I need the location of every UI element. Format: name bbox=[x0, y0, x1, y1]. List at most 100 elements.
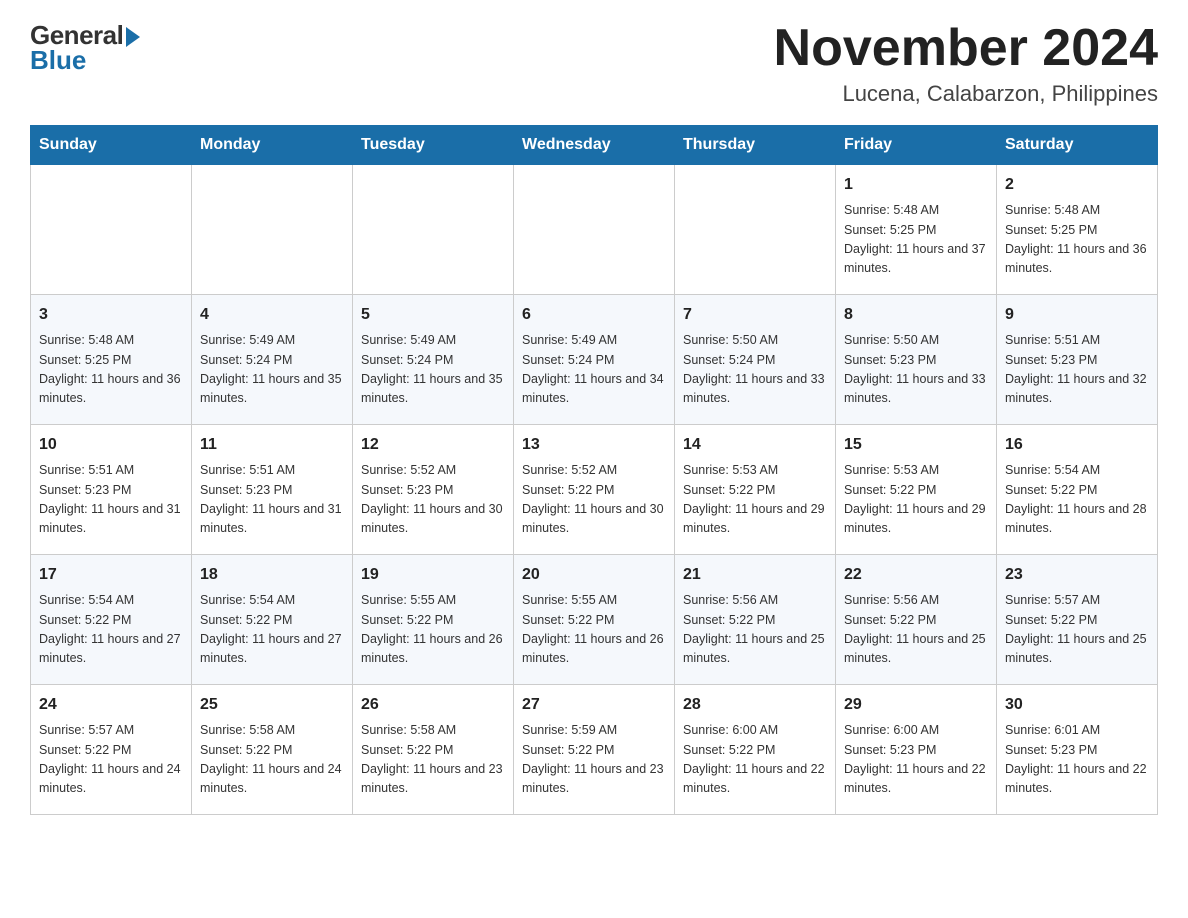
logo: General Blue bbox=[30, 20, 140, 76]
calendar-cell: 26 Sunrise: 5:58 AMSunset: 5:22 PMDayligh… bbox=[353, 685, 514, 815]
calendar-cell: 8Sunrise: 5:50 AMSunset: 5:23 PMDaylight… bbox=[836, 295, 997, 425]
day-number: 2 bbox=[1005, 173, 1149, 197]
day-info: Sunrise: 5:51 AMSunset: 5:23 PMDaylight:… bbox=[1005, 331, 1149, 409]
day-number: 27 bbox=[522, 693, 666, 717]
day-number: 22 bbox=[844, 563, 988, 587]
day-info: Sunrise: 5:55 AMSunset: 5:22 PMDaylight:… bbox=[522, 591, 666, 669]
logo-arrow-icon bbox=[126, 27, 140, 47]
week-row-1: 1 Sunrise: 5:48 AMSunset: 5:25 PMDaylight… bbox=[31, 165, 1158, 295]
day-number: 15 bbox=[844, 433, 988, 457]
calendar-cell: 5Sunrise: 5:49 AMSunset: 5:24 PMDaylight… bbox=[353, 295, 514, 425]
day-number: 25 bbox=[200, 693, 344, 717]
day-info: Sunrise: 5:55 AMSunset: 5:22 PMDaylight:… bbox=[361, 591, 505, 669]
day-number: 4 bbox=[200, 303, 344, 327]
week-row-3: 10 Sunrise: 5:51 AMSunset: 5:23 PMDayligh… bbox=[31, 425, 1158, 555]
calendar-cell: 10 Sunrise: 5:51 AMSunset: 5:23 PMDayligh… bbox=[31, 425, 192, 555]
calendar-cell: 17Sunrise: 5:54 AMSunset: 5:22 PMDayligh… bbox=[31, 555, 192, 685]
day-info: Sunrise: 5:48 AMSunset: 5:25 PMDaylight:… bbox=[1005, 201, 1149, 279]
calendar-cell bbox=[192, 165, 353, 295]
day-info: Sunrise: 5:59 AMSunset: 5:22 PMDaylight:… bbox=[522, 721, 666, 799]
day-number: 17 bbox=[39, 563, 183, 587]
day-info: Sunrise: 5:49 AMSunset: 5:24 PMDaylight:… bbox=[361, 331, 505, 409]
day-info: Sunrise: 5:57 AMSunset: 5:22 PMDaylight:… bbox=[39, 721, 183, 799]
weekday-header-wednesday: Wednesday bbox=[514, 126, 675, 165]
calendar-cell: 19 Sunrise: 5:55 AMSunset: 5:22 PMDayligh… bbox=[353, 555, 514, 685]
day-number: 11 bbox=[200, 433, 344, 457]
day-info: Sunrise: 5:50 AMSunset: 5:24 PMDaylight:… bbox=[683, 331, 827, 409]
day-number: 24 bbox=[39, 693, 183, 717]
weekday-header-friday: Friday bbox=[836, 126, 997, 165]
week-row-2: 3 Sunrise: 5:48 AMSunset: 5:25 PMDaylight… bbox=[31, 295, 1158, 425]
calendar-cell: 1 Sunrise: 5:48 AMSunset: 5:25 PMDaylight… bbox=[836, 165, 997, 295]
day-info: Sunrise: 5:48 AMSunset: 5:25 PMDaylight:… bbox=[39, 331, 183, 409]
day-info: Sunrise: 5:58 AMSunset: 5:22 PMDaylight:… bbox=[200, 721, 344, 799]
calendar-cell: 22 Sunrise: 5:56 AMSunset: 5:22 PMDayligh… bbox=[836, 555, 997, 685]
logo-blue-text: Blue bbox=[30, 45, 86, 76]
day-number: 12 bbox=[361, 433, 505, 457]
day-info: Sunrise: 5:51 AMSunset: 5:23 PMDaylight:… bbox=[200, 461, 344, 539]
calendar-cell: 23Sunrise: 5:57 AMSunset: 5:22 PMDayligh… bbox=[997, 555, 1158, 685]
day-number: 14 bbox=[683, 433, 827, 457]
day-number: 13 bbox=[522, 433, 666, 457]
calendar-cell: 24 Sunrise: 5:57 AMSunset: 5:22 PMDayligh… bbox=[31, 685, 192, 815]
calendar-cell bbox=[514, 165, 675, 295]
calendar-subtitle: Lucena, Calabarzon, Philippines bbox=[774, 81, 1158, 107]
day-number: 16 bbox=[1005, 433, 1149, 457]
day-info: Sunrise: 5:56 AMSunset: 5:22 PMDaylight:… bbox=[683, 591, 827, 669]
day-number: 3 bbox=[39, 303, 183, 327]
calendar-cell: 12 Sunrise: 5:52 AMSunset: 5:23 PMDayligh… bbox=[353, 425, 514, 555]
day-number: 9 bbox=[1005, 303, 1149, 327]
day-info: Sunrise: 6:00 AMSunset: 5:23 PMDaylight:… bbox=[844, 721, 988, 799]
day-info: Sunrise: 5:53 AMSunset: 5:22 PMDaylight:… bbox=[683, 461, 827, 539]
calendar-cell: 28 Sunrise: 6:00 AMSunset: 5:22 PMDayligh… bbox=[675, 685, 836, 815]
calendar-cell: 29Sunrise: 6:00 AMSunset: 5:23 PMDayligh… bbox=[836, 685, 997, 815]
day-info: Sunrise: 6:00 AMSunset: 5:22 PMDaylight:… bbox=[683, 721, 827, 799]
day-number: 20 bbox=[522, 563, 666, 587]
day-number: 23 bbox=[1005, 563, 1149, 587]
calendar-header-row: SundayMondayTuesdayWednesdayThursdayFrid… bbox=[31, 126, 1158, 165]
calendar-cell bbox=[353, 165, 514, 295]
day-info: Sunrise: 5:52 AMSunset: 5:22 PMDaylight:… bbox=[522, 461, 666, 539]
day-info: Sunrise: 5:51 AMSunset: 5:23 PMDaylight:… bbox=[39, 461, 183, 539]
calendar-cell: 27 Sunrise: 5:59 AMSunset: 5:22 PMDayligh… bbox=[514, 685, 675, 815]
day-info: Sunrise: 5:54 AMSunset: 5:22 PMDaylight:… bbox=[200, 591, 344, 669]
weekday-header-sunday: Sunday bbox=[31, 126, 192, 165]
calendar-cell bbox=[675, 165, 836, 295]
day-number: 19 bbox=[361, 563, 505, 587]
weekday-header-monday: Monday bbox=[192, 126, 353, 165]
day-number: 26 bbox=[361, 693, 505, 717]
calendar-cell: 21 Sunrise: 5:56 AMSunset: 5:22 PMDayligh… bbox=[675, 555, 836, 685]
day-number: 7 bbox=[683, 303, 827, 327]
day-number: 28 bbox=[683, 693, 827, 717]
calendar-cell: 9 Sunrise: 5:51 AMSunset: 5:23 PMDaylight… bbox=[997, 295, 1158, 425]
day-info: Sunrise: 5:53 AMSunset: 5:22 PMDaylight:… bbox=[844, 461, 988, 539]
day-number: 1 bbox=[844, 173, 988, 197]
day-info: Sunrise: 5:49 AMSunset: 5:24 PMDaylight:… bbox=[522, 331, 666, 409]
day-number: 6 bbox=[522, 303, 666, 327]
calendar-cell: 25 Sunrise: 5:58 AMSunset: 5:22 PMDayligh… bbox=[192, 685, 353, 815]
calendar-cell: 13 Sunrise: 5:52 AMSunset: 5:22 PMDayligh… bbox=[514, 425, 675, 555]
day-info: Sunrise: 5:48 AMSunset: 5:25 PMDaylight:… bbox=[844, 201, 988, 279]
day-info: Sunrise: 5:58 AMSunset: 5:22 PMDaylight:… bbox=[361, 721, 505, 799]
day-number: 18 bbox=[200, 563, 344, 587]
day-info: Sunrise: 5:56 AMSunset: 5:22 PMDaylight:… bbox=[844, 591, 988, 669]
weekday-header-saturday: Saturday bbox=[997, 126, 1158, 165]
calendar-cell: 4Sunrise: 5:49 AMSunset: 5:24 PMDaylight… bbox=[192, 295, 353, 425]
calendar-cell: 11 Sunrise: 5:51 AMSunset: 5:23 PMDayligh… bbox=[192, 425, 353, 555]
calendar-cell: 14 Sunrise: 5:53 AMSunset: 5:22 PMDayligh… bbox=[675, 425, 836, 555]
day-number: 30 bbox=[1005, 693, 1149, 717]
day-info: Sunrise: 6:01 AMSunset: 5:23 PMDaylight:… bbox=[1005, 721, 1149, 799]
day-number: 10 bbox=[39, 433, 183, 457]
calendar-cell: 7 Sunrise: 5:50 AMSunset: 5:24 PMDaylight… bbox=[675, 295, 836, 425]
calendar-cell: 18 Sunrise: 5:54 AMSunset: 5:22 PMDayligh… bbox=[192, 555, 353, 685]
week-row-5: 24 Sunrise: 5:57 AMSunset: 5:22 PMDayligh… bbox=[31, 685, 1158, 815]
calendar-cell: 30 Sunrise: 6:01 AMSunset: 5:23 PMDayligh… bbox=[997, 685, 1158, 815]
calendar-cell: 6 Sunrise: 5:49 AMSunset: 5:24 PMDaylight… bbox=[514, 295, 675, 425]
calendar-title: November 2024 bbox=[774, 20, 1158, 77]
day-info: Sunrise: 5:54 AMSunset: 5:22 PMDaylight:… bbox=[1005, 461, 1149, 539]
weekday-header-tuesday: Tuesday bbox=[353, 126, 514, 165]
day-number: 21 bbox=[683, 563, 827, 587]
title-area: November 2024 Lucena, Calabarzon, Philip… bbox=[774, 20, 1158, 107]
calendar-cell: 16 Sunrise: 5:54 AMSunset: 5:22 PMDayligh… bbox=[997, 425, 1158, 555]
day-info: Sunrise: 5:52 AMSunset: 5:23 PMDaylight:… bbox=[361, 461, 505, 539]
